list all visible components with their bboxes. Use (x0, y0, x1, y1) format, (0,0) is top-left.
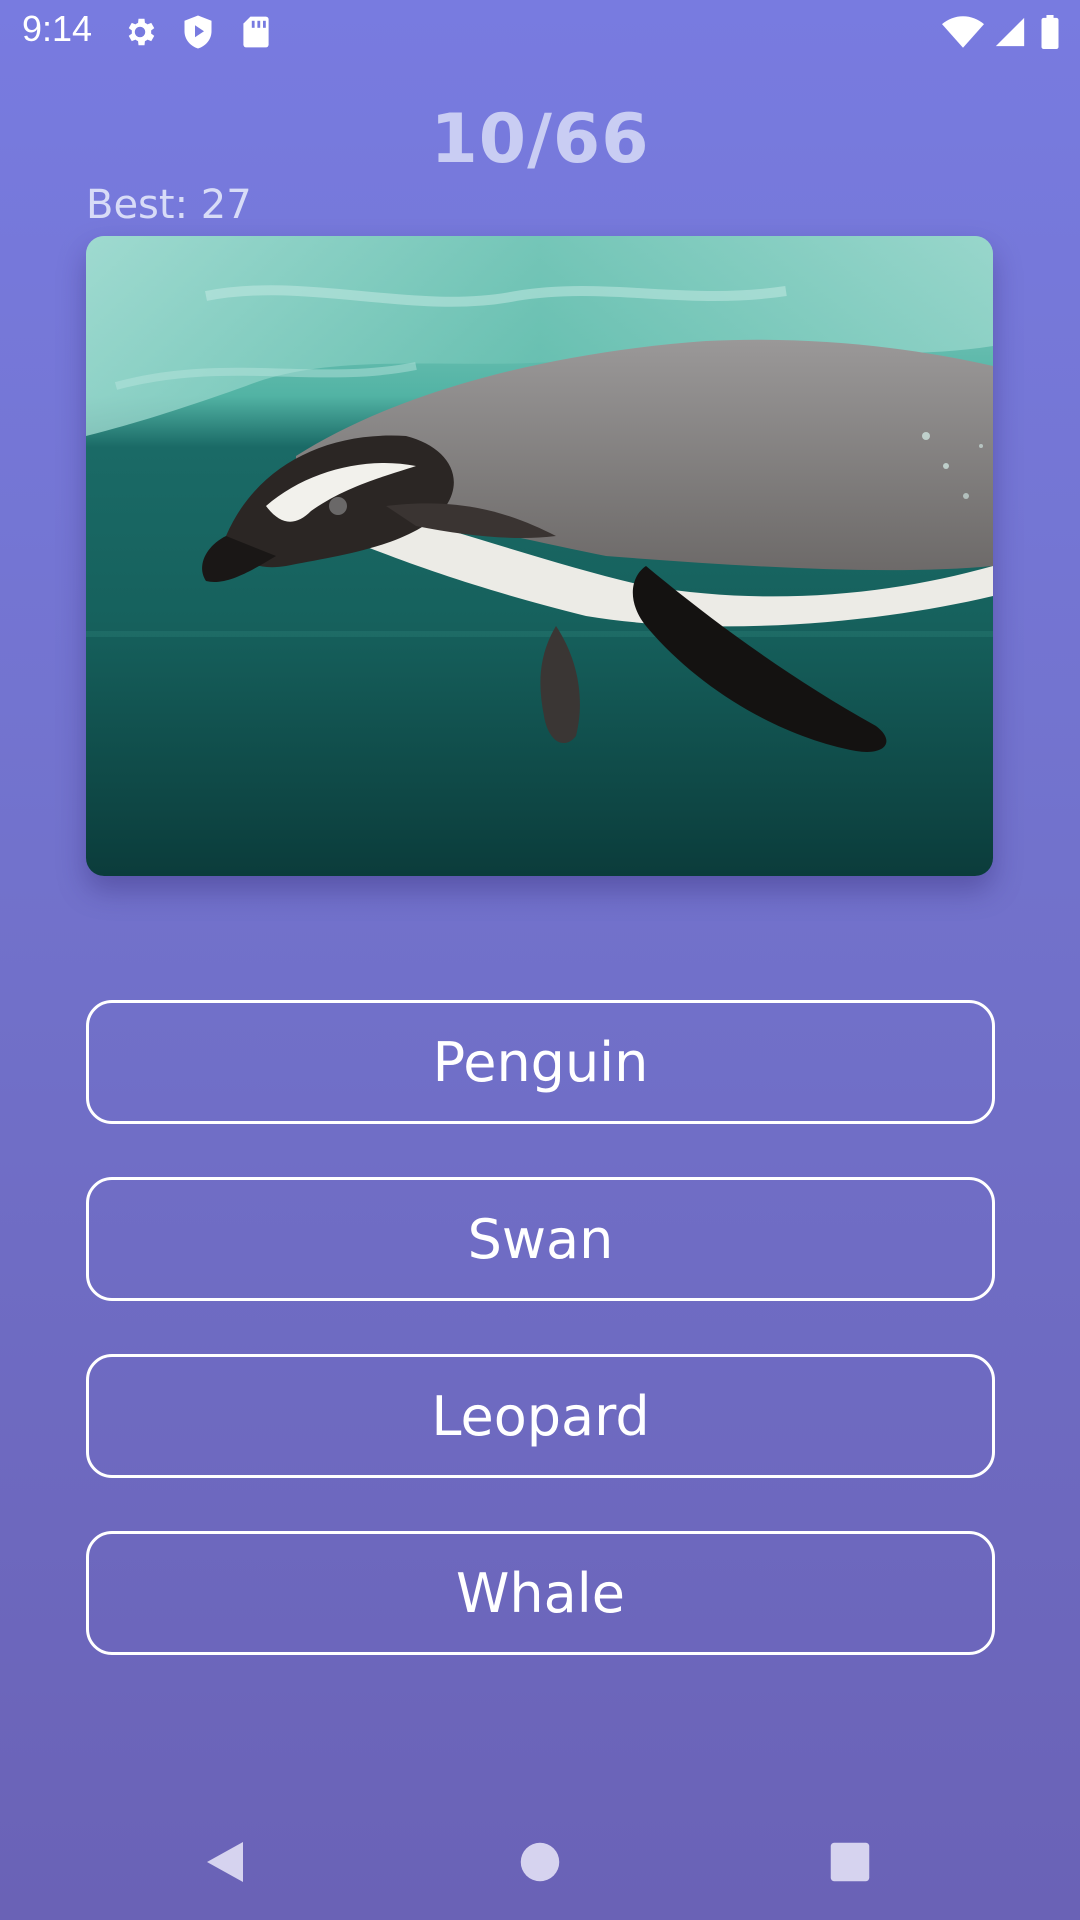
recents-icon[interactable] (820, 1832, 880, 1892)
signal-icon (990, 12, 1030, 52)
answer-button-2[interactable]: Swan (86, 1177, 995, 1301)
answer-button-4[interactable]: Whale (86, 1531, 995, 1655)
status-bar: 9:14 (0, 0, 1080, 64)
shield-play-icon (178, 12, 218, 52)
answer-button-1[interactable]: Penguin (86, 1000, 995, 1124)
best-score: Best: 27 (86, 182, 252, 228)
wifi-icon (940, 12, 986, 52)
score-progress: 10/66 (430, 100, 650, 179)
gear-icon (120, 12, 160, 52)
answer-button-3[interactable]: Leopard (86, 1354, 995, 1478)
battery-icon (1036, 12, 1064, 52)
home-icon[interactable] (510, 1832, 570, 1892)
status-time: 9:14 (22, 8, 93, 49)
back-icon[interactable] (195, 1832, 255, 1892)
sd-card-icon (236, 12, 276, 52)
navigation-bar (0, 1800, 1080, 1920)
quiz-image (86, 236, 993, 876)
